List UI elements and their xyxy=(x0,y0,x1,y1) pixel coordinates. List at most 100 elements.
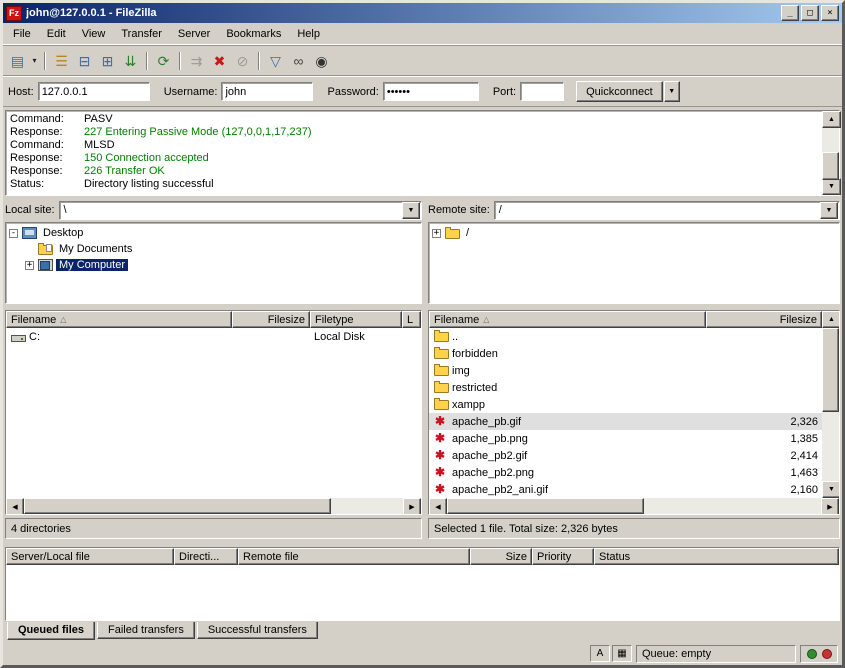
toggle-message-log-button[interactable]: ☰ xyxy=(50,50,73,72)
column-header-filesize[interactable]: Filesize xyxy=(706,311,822,328)
column-header-remote-file[interactable]: Remote file xyxy=(238,548,470,565)
column-header-filename[interactable]: Filename△ xyxy=(429,311,706,328)
scroll-up-button[interactable]: ▲ xyxy=(822,311,840,328)
transfer-queue-list[interactable] xyxy=(6,565,839,620)
column-header-filesize[interactable]: Filesize xyxy=(232,311,310,328)
quickconnect-dropdown-button[interactable]: ▼ xyxy=(664,81,680,102)
scroll-up-button[interactable]: ▲ xyxy=(822,111,841,128)
scrollbar-thumb[interactable] xyxy=(24,498,331,514)
menu-item-server[interactable]: Server xyxy=(170,25,218,43)
filesize-cell: 2,160 xyxy=(706,481,822,498)
local-horizontal-scrollbar[interactable]: ◀ ▶ xyxy=(6,498,421,514)
filename-text: apache_pb2.png xyxy=(452,467,534,479)
remote-directory-tree[interactable]: +/ xyxy=(428,222,840,304)
local-file-list-body[interactable]: C:Local Disk xyxy=(6,328,421,498)
toggle-remote-tree-button[interactable]: ⊞ xyxy=(96,50,119,72)
scroll-right-button[interactable]: ▶ xyxy=(403,498,421,515)
scroll-left-button[interactable]: ◀ xyxy=(6,498,24,515)
refresh-button[interactable]: ⟳ xyxy=(152,50,175,72)
port-input[interactable] xyxy=(520,82,564,101)
menu-item-edit[interactable]: Edit xyxy=(39,25,74,43)
scroll-right-button[interactable]: ▶ xyxy=(821,498,839,515)
tree-item-my-documents[interactable]: My Documents xyxy=(7,241,420,257)
scrollbar-track[interactable] xyxy=(822,328,839,481)
site-manager-dropdown-button[interactable]: ▾ xyxy=(29,50,40,72)
disconnect-button[interactable]: ⊘ xyxy=(231,50,254,72)
remote-file-row[interactable]: apache_pb.gif2,326 xyxy=(429,413,822,430)
scrollbar-track[interactable] xyxy=(24,498,403,514)
expand-toggle-icon[interactable]: + xyxy=(432,229,441,238)
scroll-left-button[interactable]: ◀ xyxy=(429,498,447,515)
tree-item-item[interactable]: +/ xyxy=(430,225,838,241)
maximize-button[interactable]: □ xyxy=(801,5,819,21)
column-header-priority[interactable]: Priority xyxy=(532,548,594,565)
title-bar[interactable]: Fz john@127.0.0.1 - FileZilla _ □ × xyxy=(3,3,842,23)
local-site-combobox[interactable]: \ ▼ xyxy=(59,201,422,220)
remote-file-row[interactable]: apache_pb2_ani.gif2,160 xyxy=(429,481,822,498)
expand-toggle-icon[interactable]: - xyxy=(9,229,18,238)
tab-failed-transfers[interactable]: Failed transfers xyxy=(97,622,195,639)
tree-item-my-computer[interactable]: +My Computer xyxy=(7,257,420,273)
toggle-queue-button[interactable]: ⇊ xyxy=(119,50,142,72)
tab-queued-files[interactable]: Queued files xyxy=(7,622,95,640)
scrollbar-thumb[interactable] xyxy=(822,152,839,180)
password-input[interactable] xyxy=(383,82,479,101)
remote-file-row[interactable]: forbidden xyxy=(429,345,822,362)
remote-site-combobox[interactable]: / ▼ xyxy=(494,201,840,220)
remote-file-row[interactable]: img xyxy=(429,362,822,379)
column-header-status[interactable]: Status xyxy=(594,548,839,565)
scroll-down-button[interactable]: ▼ xyxy=(822,481,840,498)
username-input[interactable] xyxy=(221,82,313,101)
remote-file-row[interactable]: .. xyxy=(429,328,822,345)
image-file-icon xyxy=(434,467,449,479)
menu-item-bookmarks[interactable]: Bookmarks xyxy=(218,25,289,43)
host-input[interactable] xyxy=(38,82,150,101)
expand-toggle-icon[interactable]: + xyxy=(25,261,34,270)
menu-item-transfer[interactable]: Transfer xyxy=(113,25,170,43)
remote-vertical-scrollbar[interactable]: ▲ ▼ xyxy=(822,311,839,498)
local-file-row[interactable]: C:Local Disk xyxy=(6,328,421,345)
local-directory-tree[interactable]: -DesktopMy Documents+My Computer xyxy=(5,222,422,304)
column-header-directi[interactable]: Directi... xyxy=(174,548,238,565)
remote-file-row[interactable]: apache_pb2.png1,463 xyxy=(429,464,822,481)
find-files-button[interactable]: ◉ xyxy=(310,50,333,72)
remote-file-row[interactable]: apache_pb2.gif2,414 xyxy=(429,447,822,464)
column-header-size[interactable]: Size xyxy=(470,548,532,565)
column-header-server-local-file[interactable]: Server/Local file xyxy=(6,548,174,565)
site-manager-button[interactable]: ▤ xyxy=(6,50,29,72)
scrollbar-thumb[interactable] xyxy=(447,498,644,514)
scrollbar-track[interactable] xyxy=(822,128,839,178)
column-header-filetype[interactable]: Filetype xyxy=(310,311,402,328)
scroll-down-button[interactable]: ▼ xyxy=(822,178,841,195)
message-log-text[interactable]: Command:PASVResponse:227 Entering Passiv… xyxy=(6,111,822,195)
process-queue-button[interactable]: ⇉ xyxy=(185,50,208,72)
log-line: Response:227 Entering Passive Mode (127,… xyxy=(10,126,818,139)
menu-item-file[interactable]: File xyxy=(5,25,39,43)
message-log-scrollbar[interactable]: ▲ ▼ xyxy=(822,111,839,195)
log-line: Command:MLSD xyxy=(10,139,818,152)
minimize-button[interactable]: _ xyxy=(781,5,799,21)
local-site-dropdown-button[interactable]: ▼ xyxy=(402,202,420,219)
remote-horizontal-scrollbar[interactable]: ◀ ▶ xyxy=(429,498,839,514)
menu-item-help[interactable]: Help xyxy=(289,25,328,43)
remote-site-dropdown-button[interactable]: ▼ xyxy=(820,202,838,219)
transfer-type-icon[interactable]: A xyxy=(590,645,610,662)
remote-file-list-body[interactable]: ..forbiddenimgrestrictedxamppapache_pb.g… xyxy=(429,328,822,498)
remote-file-row[interactable]: xampp xyxy=(429,396,822,413)
toggle-local-tree-button[interactable]: ⊟ xyxy=(73,50,96,72)
tree-item-desktop[interactable]: -Desktop xyxy=(7,225,420,241)
column-header-l[interactable]: L xyxy=(402,311,421,328)
keyboard-icon[interactable]: ▦ xyxy=(612,645,632,662)
remote-file-row[interactable]: apache_pb.png1,385 xyxy=(429,430,822,447)
remote-file-row[interactable]: restricted xyxy=(429,379,822,396)
filter-button[interactable]: ▽ xyxy=(264,50,287,72)
cancel-button[interactable]: ✖ xyxy=(208,50,231,72)
scrollbar-thumb[interactable] xyxy=(822,328,839,412)
scrollbar-track[interactable] xyxy=(447,498,821,514)
close-button[interactable]: × xyxy=(821,5,839,21)
quickconnect-button[interactable]: Quickconnect xyxy=(576,81,663,102)
directory-comparison-button[interactable]: ∞ xyxy=(287,50,310,72)
tab-successful-transfers[interactable]: Successful transfers xyxy=(197,622,318,639)
menu-item-view[interactable]: View xyxy=(74,25,114,43)
column-header-filename[interactable]: Filename△ xyxy=(6,311,232,328)
